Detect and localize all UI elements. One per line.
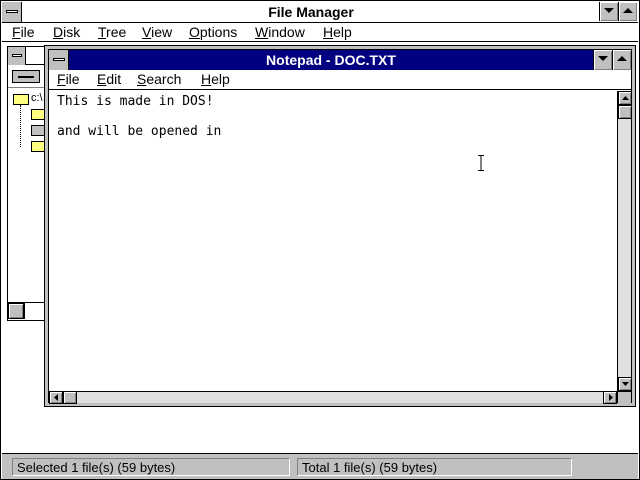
- menu-accel: H: [323, 24, 334, 40]
- menu-label: elp: [333, 24, 352, 40]
- status-selected: Selected 1 file(s) (59 bytes): [12, 458, 290, 476]
- menu-label: dit: [106, 71, 122, 87]
- notepad-menu-file[interactable]: File: [57, 70, 80, 88]
- menu-accel: D: [53, 24, 64, 40]
- text-line: and will be opened in: [57, 124, 222, 139]
- system-menu-icon: [6, 10, 18, 13]
- menu-accel: S: [137, 71, 147, 87]
- menu-label: iew: [151, 24, 173, 40]
- menu-accel: F: [57, 71, 66, 87]
- status-total: Total 1 file(s) (59 bytes): [297, 458, 572, 476]
- size-grip[interactable]: [617, 391, 631, 403]
- down-arrow-icon: [622, 382, 629, 386]
- notepad-minimize-button[interactable]: [593, 50, 612, 70]
- menu-accel: T: [98, 24, 107, 40]
- i-beam-cursor-icon: [478, 155, 484, 171]
- menu-accel: H: [201, 71, 212, 87]
- system-menu-icon: [12, 54, 22, 57]
- notepad-text-area[interactable]: This is made in DOS! and will be opened …: [49, 91, 617, 391]
- notepad-menu-help[interactable]: Help: [201, 70, 230, 88]
- menu-label: ile: [65, 71, 80, 87]
- scroll-up-button[interactable]: [618, 91, 632, 105]
- menu-accel: V: [142, 24, 152, 40]
- up-arrow-icon: [622, 96, 629, 100]
- menu-view[interactable]: View: [142, 23, 172, 41]
- scroll-track[interactable]: [24, 303, 44, 319]
- menu-accel: E: [97, 71, 107, 87]
- minimize-button[interactable]: [599, 2, 618, 21]
- notepad-horizontal-scrollbar[interactable]: [49, 391, 617, 404]
- menu-label: ile: [20, 24, 35, 40]
- menu-label: ptions: [199, 24, 238, 40]
- scroll-thumb[interactable]: [618, 105, 632, 119]
- maximize-button[interactable]: [618, 2, 637, 21]
- drive-slot: [18, 76, 34, 78]
- menu-accel: W: [255, 24, 269, 40]
- menu-accel: F: [12, 24, 21, 40]
- notepad-window[interactable]: Notepad - DOC.TXT File Edit Search Help …: [44, 45, 636, 407]
- tree-root-label[interactable]: c:\: [31, 92, 43, 104]
- scroll-thumb[interactable]: [63, 391, 77, 404]
- tree-line: [20, 105, 21, 147]
- drive-icon[interactable]: [12, 70, 40, 83]
- maximize-arrow-icon: [617, 56, 627, 61]
- system-menu-icon: [53, 58, 65, 61]
- scroll-right-button[interactable]: [603, 391, 617, 404]
- menu-options[interactable]: Options: [189, 23, 237, 41]
- menu-tree[interactable]: Tree: [98, 23, 126, 41]
- text-line: This is made in DOS!: [57, 94, 214, 109]
- maximize-arrow-icon: [623, 8, 633, 13]
- notepad-vertical-scrollbar[interactable]: [617, 91, 632, 391]
- menu-label: indow: [268, 24, 305, 40]
- system-menu-button[interactable]: [2, 2, 22, 22]
- notepad-system-menu-button[interactable]: [49, 50, 69, 70]
- file-manager-title-bar[interactable]: File Manager: [2, 2, 638, 23]
- folder-open-icon[interactable]: [13, 94, 29, 105]
- scroll-left-button[interactable]: [49, 391, 63, 404]
- file-manager-menu-bar: File Disk Tree View Options Window Help: [2, 23, 638, 42]
- minimize-arrow-icon: [598, 56, 608, 61]
- notepad-frame: Notepad - DOC.TXT File Edit Search Help …: [48, 49, 632, 404]
- notepad-menu-bar: File Edit Search Help: [49, 70, 631, 90]
- notepad-menu-search[interactable]: Search: [137, 70, 181, 88]
- menu-label: earch: [146, 71, 182, 87]
- notepad-title-bar[interactable]: Notepad - DOC.TXT: [49, 50, 631, 70]
- notepad-menu-edit[interactable]: Edit: [97, 70, 121, 88]
- menu-help[interactable]: Help: [323, 23, 352, 41]
- scroll-left-button[interactable]: [8, 303, 24, 319]
- menu-disk[interactable]: Disk: [53, 23, 80, 41]
- directory-system-menu-button[interactable]: [8, 47, 26, 65]
- minimize-arrow-icon: [604, 8, 614, 13]
- menu-label: ree: [106, 24, 127, 40]
- menu-file[interactable]: File: [12, 23, 35, 41]
- notepad-title: Notepad - DOC.TXT: [266, 52, 396, 68]
- notepad-maximize-button[interactable]: [612, 50, 631, 70]
- window-title: File Manager: [268, 4, 354, 20]
- menu-accel: O: [189, 24, 200, 40]
- menu-window[interactable]: Window: [255, 23, 305, 41]
- status-bar: Selected 1 file(s) (59 bytes) Total 1 fi…: [2, 453, 638, 479]
- menu-label: elp: [211, 71, 230, 87]
- left-arrow-icon: [54, 394, 58, 401]
- menu-label: isk: [63, 24, 81, 40]
- scroll-down-button[interactable]: [618, 377, 632, 391]
- right-arrow-icon: [609, 394, 613, 401]
